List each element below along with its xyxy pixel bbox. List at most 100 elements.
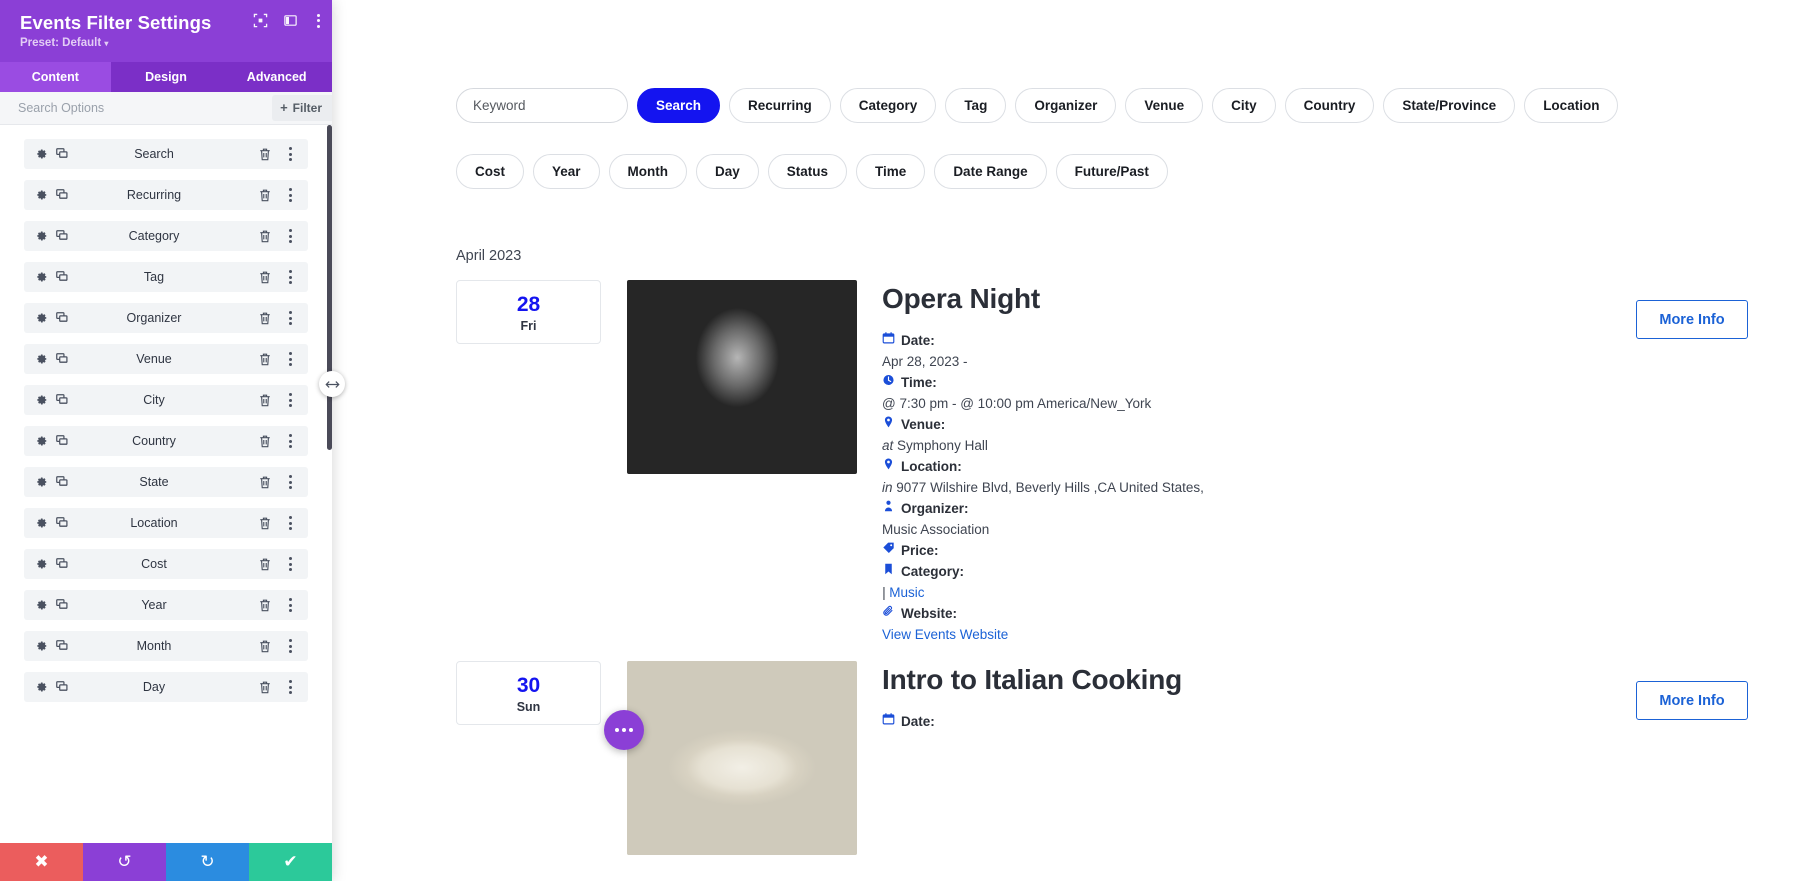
option-row-city[interactable]: City (24, 385, 308, 415)
filter-pill-state-province[interactable]: State/Province (1383, 88, 1516, 123)
option-row-state[interactable]: State (24, 467, 308, 497)
option-row-cost[interactable]: Cost (24, 549, 308, 579)
trash-icon[interactable] (258, 270, 272, 285)
option-row-location[interactable]: Location (24, 508, 308, 538)
gear-icon[interactable] (34, 147, 48, 161)
trash-icon[interactable] (258, 311, 272, 326)
event-thumbnail[interactable] (627, 661, 857, 855)
trash-icon[interactable] (258, 475, 272, 490)
filter-pill-future-past[interactable]: Future/Past (1055, 154, 1168, 189)
trash-icon[interactable] (258, 639, 272, 654)
option-row-country[interactable]: Country (24, 426, 308, 456)
gear-icon[interactable] (34, 188, 48, 202)
row-more-options-icon[interactable] (289, 311, 292, 325)
row-more-options-icon[interactable] (289, 393, 292, 407)
filter-pill-month[interactable]: Month (608, 154, 688, 189)
gear-icon[interactable] (34, 229, 48, 243)
gear-icon[interactable] (34, 352, 48, 366)
gear-icon[interactable] (34, 598, 48, 612)
gear-icon[interactable] (34, 434, 48, 448)
meta-value-row[interactable]: | Music (882, 582, 1800, 603)
duplicate-icon[interactable] (55, 516, 69, 530)
option-row-tag[interactable]: Tag (24, 262, 308, 292)
floating-action-button[interactable] (604, 710, 644, 750)
row-more-options-icon[interactable] (289, 639, 292, 653)
tab-advanced[interactable]: Advanced (221, 62, 333, 92)
gear-icon[interactable] (34, 475, 48, 489)
row-more-options-icon[interactable] (289, 680, 292, 694)
layout-columns-icon[interactable] (283, 13, 298, 28)
option-row-day[interactable]: Day (24, 672, 308, 702)
panel-preset-selector[interactable]: Preset: Default ▾ (20, 37, 318, 49)
row-more-options-icon[interactable] (289, 516, 292, 530)
more-info-button[interactable]: More Info (1636, 681, 1748, 720)
gear-icon[interactable] (34, 680, 48, 694)
panel-resize-handle[interactable] (319, 371, 345, 397)
meta-value-text[interactable]: Music (889, 585, 924, 600)
meta-value-text[interactable]: View Events Website (882, 627, 1008, 642)
duplicate-icon[interactable] (55, 270, 69, 284)
row-more-options-icon[interactable] (289, 229, 292, 243)
duplicate-icon[interactable] (55, 475, 69, 489)
keyword-input[interactable] (456, 88, 628, 123)
fullscreen-icon[interactable] (253, 13, 268, 28)
option-row-search[interactable]: Search (24, 139, 308, 169)
trash-icon[interactable] (258, 516, 272, 531)
event-thumbnail[interactable] (627, 280, 857, 474)
option-row-venue[interactable]: Venue (24, 344, 308, 374)
duplicate-icon[interactable] (55, 147, 69, 161)
duplicate-icon[interactable] (55, 557, 69, 571)
row-more-options-icon[interactable] (289, 598, 292, 612)
filter-pill-time[interactable]: Time (856, 154, 926, 189)
duplicate-icon[interactable] (55, 188, 69, 202)
trash-icon[interactable] (258, 598, 272, 613)
filter-button[interactable]: + Filter (272, 95, 332, 121)
more-info-button[interactable]: More Info (1636, 300, 1748, 339)
option-row-recurring[interactable]: Recurring (24, 180, 308, 210)
gear-icon[interactable] (34, 270, 48, 284)
duplicate-icon[interactable] (55, 311, 69, 325)
option-row-organizer[interactable]: Organizer (24, 303, 308, 333)
filter-pill-city[interactable]: City (1212, 88, 1276, 123)
row-more-options-icon[interactable] (289, 147, 292, 161)
row-more-options-icon[interactable] (289, 434, 292, 448)
option-row-month[interactable]: Month (24, 631, 308, 661)
meta-value-row[interactable]: View Events Website (882, 624, 1800, 645)
filter-pill-country[interactable]: Country (1284, 88, 1375, 123)
save-button[interactable]: ✔ (249, 843, 332, 881)
filter-pill-status[interactable]: Status (767, 154, 848, 189)
trash-icon[interactable] (258, 147, 272, 162)
duplicate-icon[interactable] (55, 352, 69, 366)
option-row-category[interactable]: Category (24, 221, 308, 251)
duplicate-icon[interactable] (55, 393, 69, 407)
filter-pill-venue[interactable]: Venue (1125, 88, 1204, 123)
row-more-options-icon[interactable] (289, 188, 292, 202)
trash-icon[interactable] (258, 188, 272, 203)
filter-pill-day[interactable]: Day (696, 154, 759, 189)
panel-more-options-icon[interactable] (313, 13, 324, 28)
filter-pill-date-range[interactable]: Date Range (934, 154, 1047, 189)
filter-pill-search[interactable]: Search (637, 88, 721, 123)
gear-icon[interactable] (34, 557, 48, 571)
search-options-input[interactable] (18, 101, 248, 115)
row-more-options-icon[interactable] (289, 557, 292, 571)
trash-icon[interactable] (258, 557, 272, 572)
tab-design[interactable]: Design (110, 62, 222, 92)
duplicate-icon[interactable] (55, 434, 69, 448)
trash-icon[interactable] (258, 352, 272, 367)
cancel-button[interactable]: ✖ (0, 843, 83, 881)
duplicate-icon[interactable] (55, 229, 69, 243)
trash-icon[interactable] (258, 393, 272, 408)
panel-scrollbar[interactable] (327, 125, 332, 450)
duplicate-icon[interactable] (55, 639, 69, 653)
trash-icon[interactable] (258, 680, 272, 695)
redo-button[interactable]: ↻ (166, 843, 249, 881)
filter-pill-year[interactable]: Year (533, 154, 600, 189)
row-more-options-icon[interactable] (289, 270, 292, 284)
tab-content[interactable]: Content (0, 62, 111, 92)
gear-icon[interactable] (34, 393, 48, 407)
trash-icon[interactable] (258, 229, 272, 244)
filter-pill-organizer[interactable]: Organizer (1015, 88, 1117, 123)
duplicate-icon[interactable] (55, 680, 69, 694)
gear-icon[interactable] (34, 516, 48, 530)
